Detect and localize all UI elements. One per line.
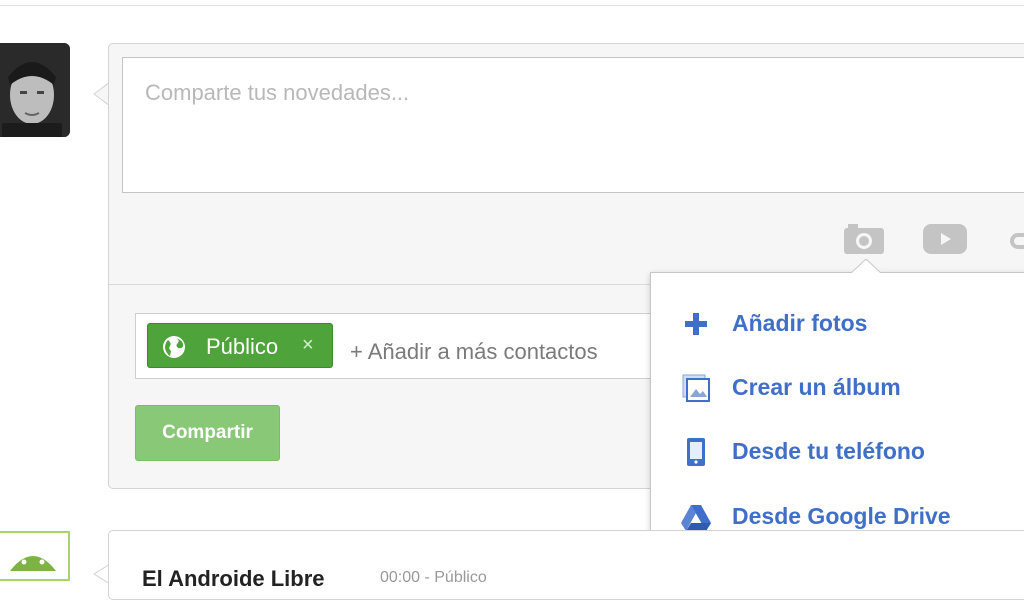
menu-item-label: Desde tu teléfono: [732, 438, 925, 464]
share-button[interactable]: Compartir: [135, 405, 280, 461]
add-contacts-link[interactable]: + Añadir a más contactos: [350, 339, 598, 365]
menu-item-label: Desde Google Drive: [732, 503, 951, 529]
next-post-time[interactable]: 00:00 - Público: [380, 569, 487, 587]
remove-chip-icon[interactable]: ×: [302, 334, 314, 357]
phone-icon: [687, 438, 705, 466]
public-chip-label: Público: [206, 334, 279, 359]
menu-item-label: Añadir fotos: [732, 310, 868, 336]
google-drive-icon: [681, 505, 711, 531]
next-post-avatar[interactable]: [0, 531, 70, 581]
post-input[interactable]: Comparte tus novedades...: [122, 57, 1024, 193]
top-divider: [0, 5, 1024, 6]
android-logo-icon: [0, 531, 70, 581]
menu-item-add-photos[interactable]: Añadir fotos: [650, 298, 1024, 350]
menu-item-create-album[interactable]: Crear un álbum: [650, 362, 1024, 414]
plus-icon: [685, 313, 707, 335]
menu-item-from-phone[interactable]: Desde tu teléfono: [650, 426, 1024, 478]
menu-item-label: Crear un álbum: [732, 374, 901, 400]
public-audience-chip[interactable]: Público ×: [147, 323, 333, 368]
next-post-author[interactable]: El Androide Libre: [142, 566, 325, 592]
video-icon[interactable]: [923, 224, 967, 254]
post-input-placeholder: Comparte tus novedades...: [145, 80, 410, 105]
camera-icon[interactable]: [843, 223, 885, 255]
link-icon[interactable]: [1010, 232, 1024, 252]
menu-caret: [850, 259, 882, 275]
globe-icon: [163, 336, 185, 358]
avatar[interactable]: [0, 43, 70, 137]
album-icon: [682, 374, 710, 402]
